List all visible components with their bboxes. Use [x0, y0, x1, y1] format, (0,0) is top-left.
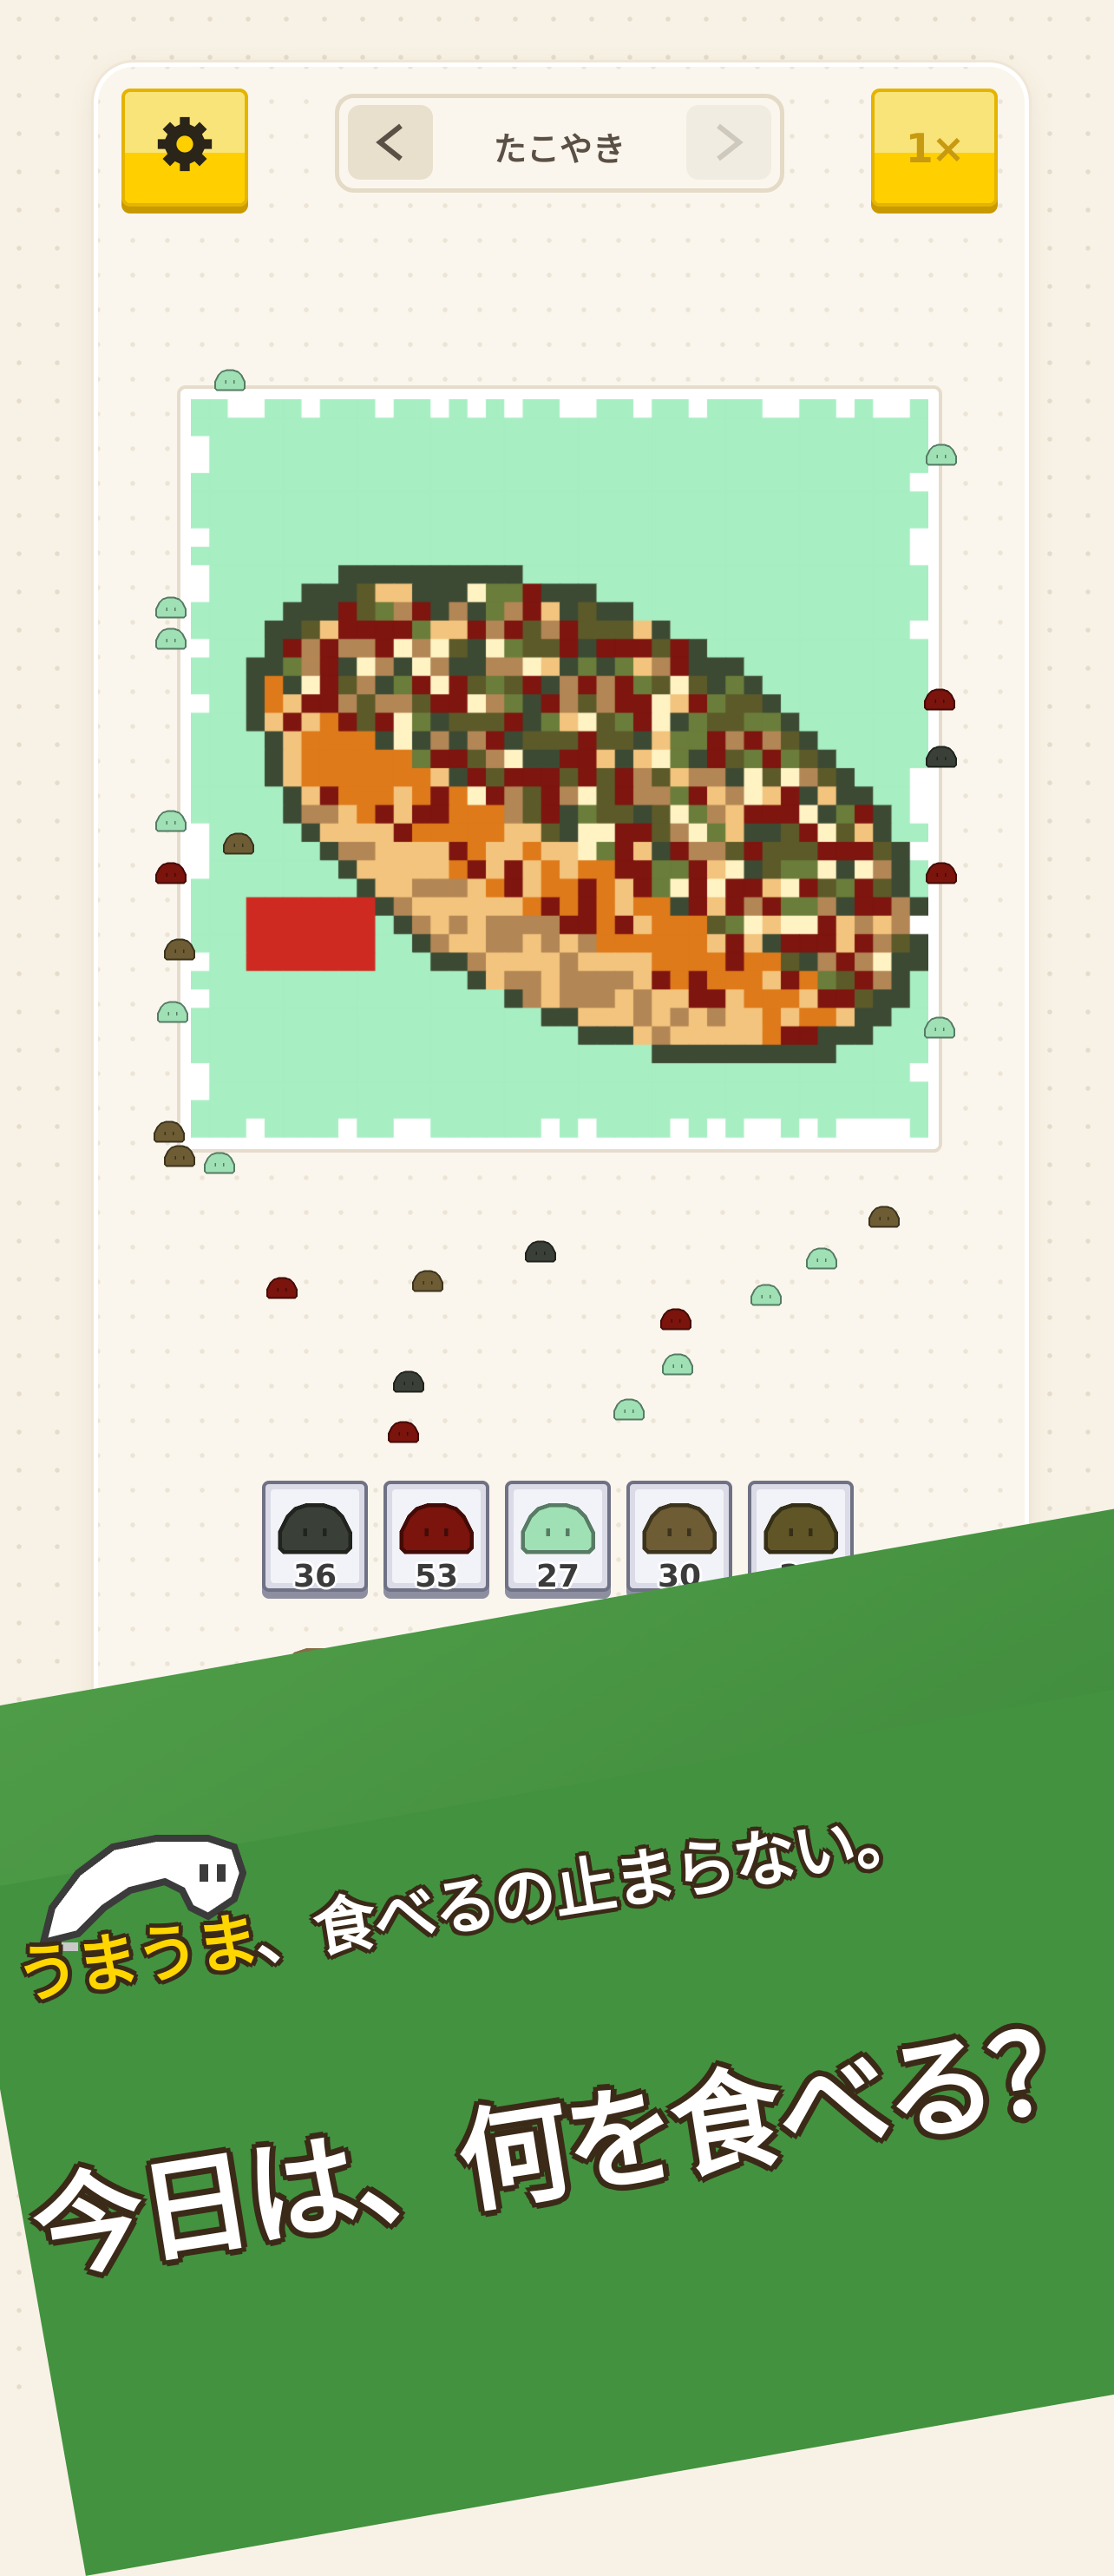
falling-blob — [750, 1283, 783, 1311]
falling-blob — [154, 861, 187, 889]
falling-blob — [154, 809, 187, 837]
takoyaki-pixel-art — [191, 399, 928, 1139]
chip-count: 27 — [535, 1559, 580, 1594]
next-level-button[interactable] — [686, 105, 771, 180]
palette-chip[interactable]: 27 — [505, 1481, 611, 1594]
chip-count: 53 — [414, 1559, 459, 1594]
falling-blob — [925, 443, 958, 470]
speed-button[interactable]: 1× — [871, 89, 998, 207]
falling-blob — [213, 368, 246, 396]
falling-blob — [392, 1370, 425, 1397]
falling-blob — [156, 1000, 189, 1028]
blob-icon — [640, 1500, 718, 1561]
falling-blob — [925, 861, 958, 889]
falling-blob — [387, 1420, 420, 1448]
falling-blob — [659, 1307, 692, 1335]
falling-blob — [154, 595, 187, 623]
chip-count: 36 — [292, 1559, 337, 1594]
pixel-art-canvas[interactable] — [177, 385, 942, 1153]
palette-chip[interactable]: 36 — [262, 1481, 368, 1594]
palette-chip[interactable]: 53 — [383, 1481, 489, 1594]
gear-icon — [157, 116, 213, 172]
level-title-box: たこやき — [335, 94, 784, 193]
palette-chip[interactable]: 30 — [626, 1481, 732, 1594]
falling-blob — [613, 1397, 645, 1425]
blob-icon — [762, 1500, 840, 1561]
falling-blob — [925, 745, 958, 772]
chevron-right-icon — [717, 123, 744, 161]
blob-icon — [397, 1500, 475, 1561]
blob-icon — [519, 1500, 597, 1561]
falling-blob — [524, 1239, 557, 1267]
falling-blob — [163, 937, 196, 965]
falling-blob — [411, 1269, 444, 1297]
falling-blob — [203, 1151, 236, 1179]
falling-blob — [923, 687, 956, 715]
falling-blob — [154, 627, 187, 654]
falling-blob — [222, 831, 255, 859]
falling-blob — [163, 1144, 196, 1172]
falling-blob — [923, 1015, 956, 1043]
settings-button[interactable] — [121, 89, 248, 207]
speed-label: 1× — [905, 125, 966, 172]
falling-blob — [868, 1205, 901, 1232]
falling-blob — [265, 1276, 298, 1304]
blob-icon — [276, 1500, 354, 1561]
falling-blob — [805, 1246, 838, 1274]
falling-blob — [661, 1352, 694, 1380]
